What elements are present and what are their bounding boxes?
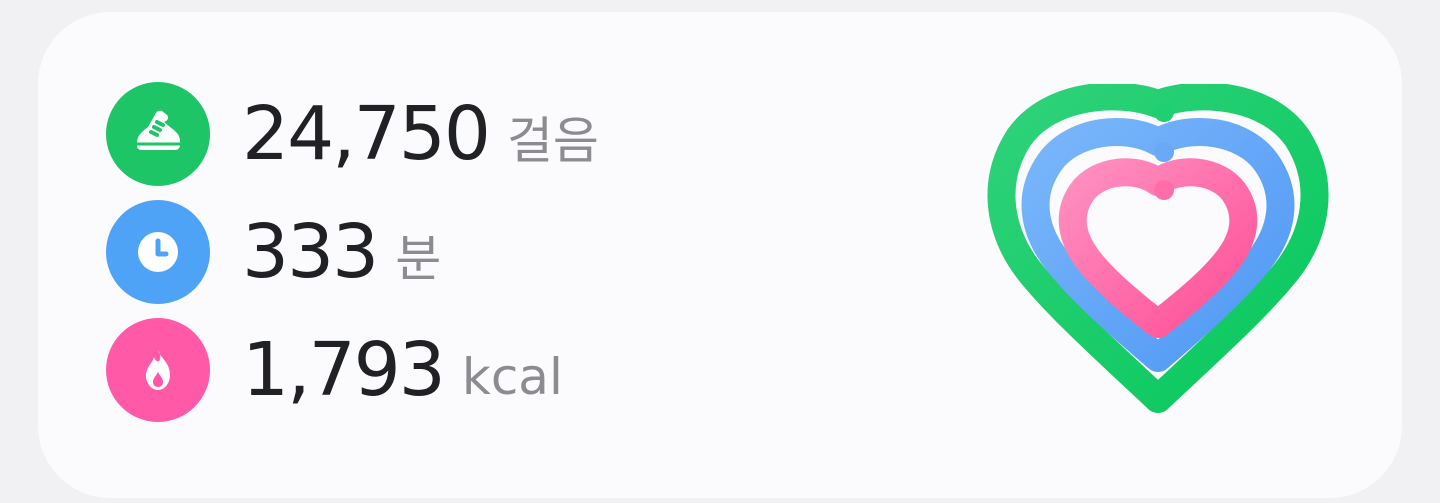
- inner-ring-cap: [1154, 142, 1174, 162]
- clock-icon: [138, 232, 178, 272]
- calories-badge: [106, 318, 210, 422]
- shoe-icon: [137, 110, 180, 150]
- steps-badge: [106, 82, 210, 186]
- middle-ring-cap: [1154, 102, 1174, 122]
- active-time-badge: [106, 200, 210, 304]
- steps-row: 24,750 걸음: [106, 82, 599, 186]
- core-ring-cap: [1154, 180, 1174, 200]
- flame-icon: [146, 350, 170, 390]
- steps-value: 24,750: [242, 91, 491, 177]
- active-time-row: 333 분: [106, 200, 441, 304]
- activity-summary-card[interactable]: 24,750 걸음 333 분 1,793 kcal: [38, 12, 1402, 498]
- steps-unit: 걸음: [506, 112, 599, 170]
- calories-value: 1,793: [242, 327, 446, 413]
- activity-heart-rings[interactable]: [938, 84, 1338, 434]
- active-time-value: 333: [242, 209, 379, 295]
- active-time-unit: 분: [395, 230, 442, 288]
- calories-unit: kcal: [461, 348, 563, 406]
- calories-row: 1,793 kcal: [106, 318, 563, 422]
